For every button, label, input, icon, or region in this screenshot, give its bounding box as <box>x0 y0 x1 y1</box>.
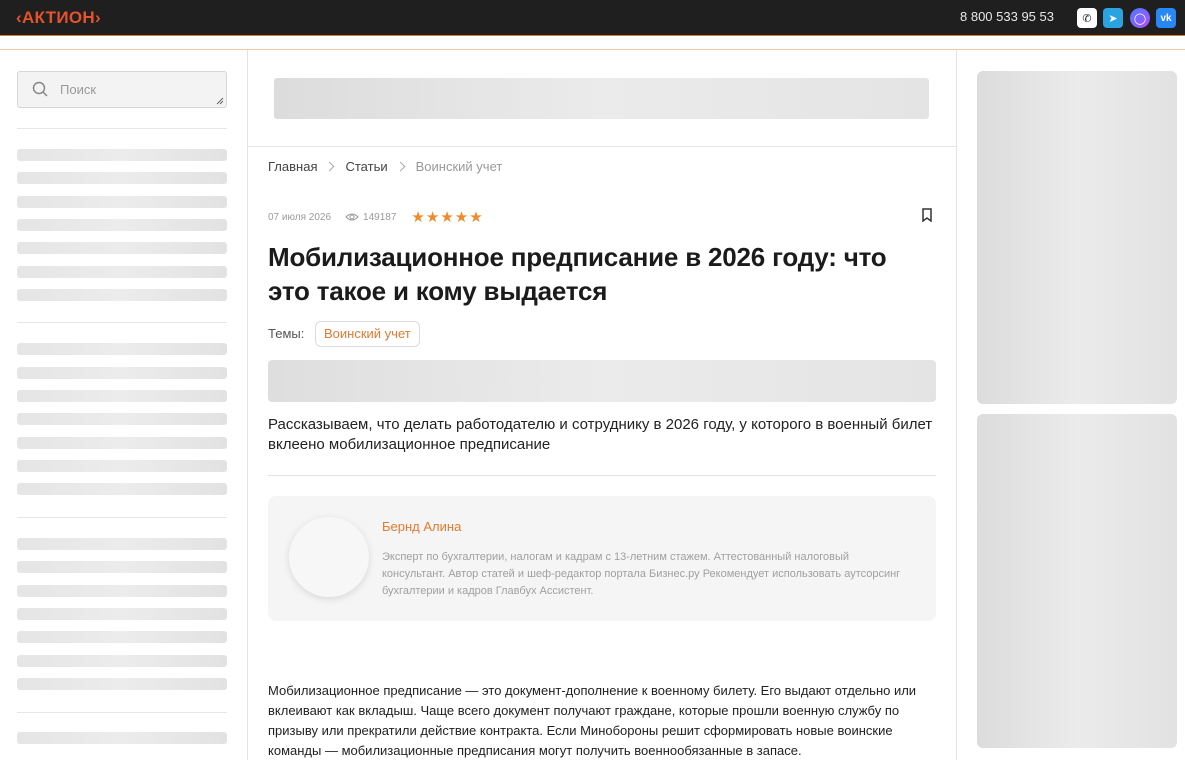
breadcrumb-articles[interactable]: Статьи <box>345 159 387 174</box>
search-icon <box>32 81 48 97</box>
sidebar-skeleton-item <box>17 732 227 744</box>
content-divider <box>268 475 936 476</box>
article-body: Мобилизационное предписание — это докуме… <box>268 683 917 758</box>
sidebar-skeleton-item <box>17 631 227 643</box>
sidebar-skeleton-item <box>17 196 227 208</box>
author-bio: Эксперт по бухгалтерии, налогам и кадрам… <box>382 551 901 597</box>
phone-icon[interactable]: ✆ <box>1077 8 1097 28</box>
article-date: 07 июля 2026 <box>268 211 332 223</box>
sidebar-skeleton-item <box>17 149 227 161</box>
header-divider <box>0 49 1185 50</box>
search-input[interactable]: Поиск <box>17 71 227 108</box>
rating-stars[interactable]: ★★★★★ <box>411 208 483 226</box>
column-divider <box>247 50 248 760</box>
article-lead: Рассказываем, что делать работодателю и … <box>268 416 933 453</box>
sidebar-skeleton-item <box>17 242 227 254</box>
author-name[interactable]: Бернд Алина <box>382 519 461 534</box>
ad-banner-placeholder <box>274 78 929 119</box>
sidebar-skeleton-item <box>17 561 227 573</box>
sidebar-skeleton-item <box>17 437 227 449</box>
sidebar-skeleton-item <box>17 483 227 495</box>
eye-icon <box>345 213 359 221</box>
sidebar-skeleton-item <box>17 172 227 184</box>
ad-banner-placeholder <box>268 360 936 402</box>
logo[interactable]: ‹АКТИОН› <box>16 8 101 28</box>
sidebar-divider <box>17 322 227 323</box>
column-divider <box>956 50 957 760</box>
max-icon[interactable]: ◯ <box>1130 8 1150 28</box>
chevron-right-icon <box>395 161 406 172</box>
sidebar-divider <box>17 517 227 518</box>
sidebar-skeleton-item <box>17 678 227 690</box>
bookmark-icon[interactable] <box>920 208 934 222</box>
chevron-right-icon <box>325 161 335 172</box>
ad-sidebar-placeholder <box>977 414 1177 748</box>
sidebar-skeleton-item <box>17 343 227 355</box>
view-count: 149187 <box>363 211 397 223</box>
article-meta: 07 июля 2026 149187 ★★★★★ <box>268 208 484 226</box>
topic-tag[interactable]: Воинский учет <box>315 321 420 347</box>
sidebar-skeleton-item <box>17 413 227 425</box>
sidebar-skeleton-item <box>17 367 227 379</box>
sidebar-skeleton-item <box>17 608 227 620</box>
vk-icon[interactable]: vk <box>1156 8 1176 28</box>
sidebar-divider <box>17 712 227 713</box>
sidebar-skeleton-item <box>17 390 227 402</box>
sidebar-skeleton-item <box>17 585 227 597</box>
sidebar-skeleton-item <box>17 219 227 231</box>
topics-label: Темы: <box>268 326 305 341</box>
content-divider <box>248 146 956 147</box>
sidebar-divider <box>17 128 227 129</box>
sidebar-skeleton-item <box>17 538 227 550</box>
avatar[interactable] <box>289 517 369 597</box>
breadcrumb-current: Воинский учет <box>415 159 503 174</box>
telegram-icon[interactable]: ➤ <box>1103 8 1123 28</box>
sidebar-skeleton-item <box>17 289 227 301</box>
breadcrumb-home[interactable]: Главная <box>268 159 317 174</box>
resize-handle-icon[interactable] <box>216 97 224 105</box>
search-placeholder: Поиск <box>60 82 97 97</box>
article-title: Мобилизационное предписание в 2026 году:… <box>268 242 887 306</box>
breadcrumb: Главная Статьи Воинский учет <box>268 159 502 174</box>
sidebar-skeleton-item <box>17 266 227 278</box>
top-bar: ‹АКТИОН› 8 800 533 95 53 ✆ ➤ ◯ vk <box>0 0 1185 36</box>
ad-sidebar-placeholder <box>977 71 1177 404</box>
sidebar-skeleton-item <box>17 655 227 667</box>
phone-number[interactable]: 8 800 533 95 53 <box>960 9 1054 24</box>
sidebar-skeleton-item <box>17 460 227 472</box>
